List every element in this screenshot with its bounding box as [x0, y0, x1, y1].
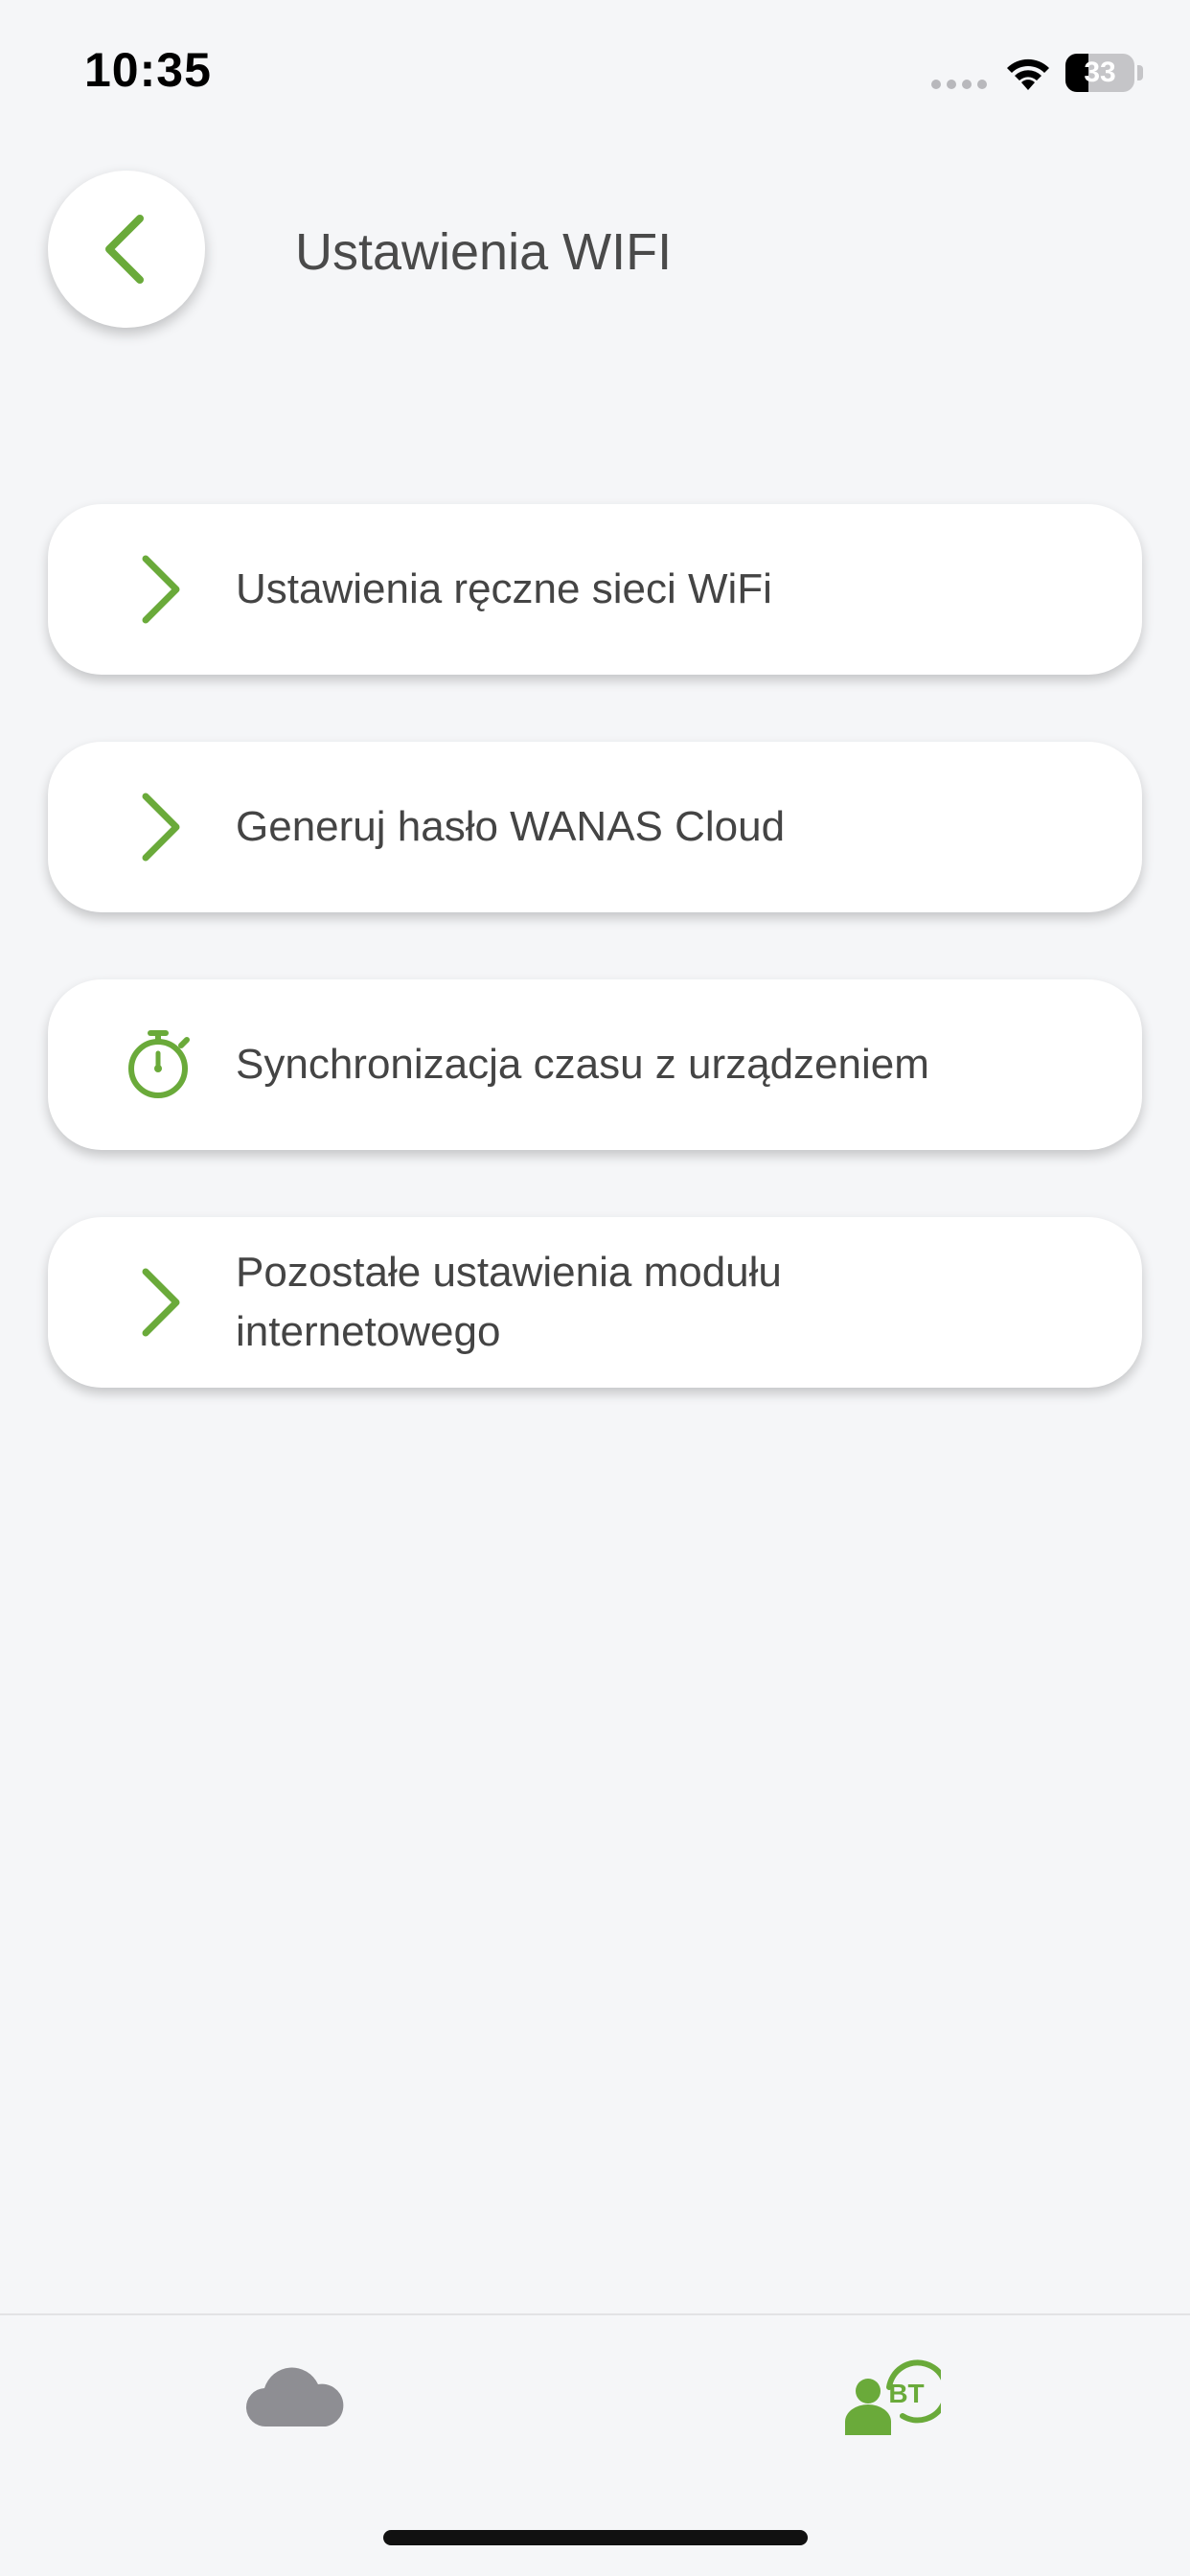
page-title: Ustawienia WIFI — [295, 223, 673, 281]
chevron-right-icon — [123, 790, 197, 864]
menu-item-other-settings[interactable]: Pozostałe ustawienia modułu internetoweg… — [48, 1217, 1142, 1388]
menu-item-time-sync[interactable]: Synchronizacja czasu z urządzeniem — [48, 979, 1142, 1150]
menu-item-label: Pozostałe ustawienia modułu internetoweg… — [236, 1249, 782, 1355]
screen: 10:35 33 Ustawienia WIFI Ustawienia ręcz… — [0, 0, 1190, 2576]
status-time: 10:35 — [84, 43, 212, 97]
home-indicator — [383, 2530, 808, 2545]
back-button[interactable] — [48, 171, 205, 328]
chevron-left-icon — [105, 215, 144, 284]
tab-user-bluetooth[interactable]: BT — [829, 2344, 953, 2450]
bt-badge: BT — [888, 2379, 924, 2408]
menu-item-label: Generuj hasło WANAS Cloud — [236, 803, 786, 850]
signal-dots-icon — [931, 80, 987, 89]
menu-item-manual-wifi[interactable]: Ustawienia ręczne sieci WiFi — [48, 504, 1142, 675]
status-bar: 10:35 33 — [0, 0, 1190, 144]
wifi-icon — [1007, 58, 1049, 90]
chevron-right-icon — [123, 552, 197, 627]
battery-icon: 33 — [1065, 54, 1134, 92]
chevron-right-icon — [123, 1265, 197, 1340]
menu-item-generate-password[interactable]: Generuj hasło WANAS Cloud — [48, 742, 1142, 912]
battery-tip — [1137, 65, 1143, 80]
battery-level: 33 — [1084, 57, 1116, 88]
tab-cloud[interactable] — [233, 2344, 357, 2450]
stopwatch-icon — [123, 1027, 197, 1102]
cloud-icon — [245, 2367, 344, 2427]
menu-item-label: Ustawienia ręczne sieci WiFi — [236, 565, 772, 612]
menu-item-label: Synchronizacja czasu z urządzeniem — [236, 1041, 929, 1088]
user-bluetooth-icon: BT — [845, 2359, 941, 2435]
